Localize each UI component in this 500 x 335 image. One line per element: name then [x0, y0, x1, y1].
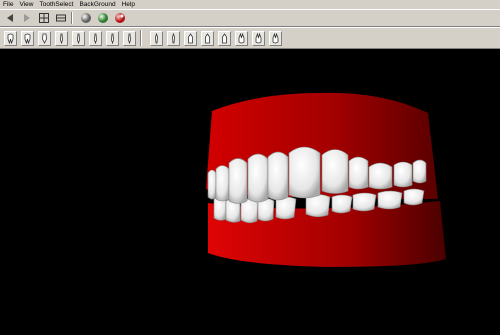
tooth-upper-icon: [42, 33, 47, 44]
zoom-icon: [39, 13, 49, 23]
tooth-upper-icon: [128, 33, 131, 44]
forward-button[interactable]: [20, 11, 34, 25]
tooth-button-upper-7[interactable]: [106, 30, 119, 46]
red-material-button[interactable]: [113, 11, 127, 25]
fit-view-button[interactable]: [54, 11, 68, 25]
tooth-lower-icon: [238, 32, 245, 43]
tooth-upper-icon: [60, 33, 63, 44]
tooth-lower-icon: [172, 32, 175, 43]
menu-view[interactable]: View: [16, 0, 36, 9]
tooth-upper-icon: [111, 33, 114, 44]
tooth-lower-icon: [255, 32, 262, 43]
tooth-button-lower-3[interactable]: [184, 30, 197, 46]
menu-help[interactable]: Help: [119, 0, 138, 9]
tooth-select-toolbar: [0, 27, 500, 49]
3d-viewport[interactable]: [0, 49, 500, 335]
tooth-button-lower-8[interactable]: [269, 30, 282, 46]
menu-file[interactable]: File: [0, 0, 16, 9]
tooth-button-lower-7[interactable]: [252, 30, 265, 46]
arrow-left-icon: [7, 14, 13, 22]
fit-view-icon: [56, 14, 66, 22]
tooth-lower-icon: [272, 32, 279, 43]
menu-bar: File View ToothSelect BackGround Help: [0, 0, 500, 9]
tooth-button-lower-4[interactable]: [201, 30, 214, 46]
menu-tooth-select[interactable]: ToothSelect: [36, 0, 76, 9]
main-toolbar: [0, 9, 500, 27]
tooth-button-upper-4[interactable]: [55, 30, 68, 46]
tooth-upper-icon: [24, 33, 31, 44]
tooth-lower-icon: [155, 32, 158, 43]
zoom-button[interactable]: [37, 11, 51, 25]
sphere-shading-icon: [81, 13, 91, 23]
tooth-button-upper-5[interactable]: [72, 30, 85, 46]
green-sphere-icon: [98, 13, 108, 23]
tooth-button-upper-2[interactable]: [21, 30, 34, 46]
back-button[interactable]: [3, 11, 17, 25]
toolbar-separator: [140, 30, 142, 46]
tooth-button-lower-1[interactable]: [150, 30, 163, 46]
red-sphere-icon: [115, 13, 125, 23]
tooth-lower-icon: [188, 32, 193, 43]
tooth-lower-icon: [205, 32, 210, 43]
dental-model: [206, 92, 446, 267]
tooth-lower-icon: [222, 32, 227, 43]
tooth-button-upper-6[interactable]: [89, 30, 102, 46]
green-material-button[interactable]: [96, 11, 110, 25]
tooth-button-lower-5[interactable]: [218, 30, 231, 46]
tooth-upper-icon: [7, 33, 14, 44]
tooth-upper-icon: [94, 33, 97, 44]
shading-button[interactable]: [79, 11, 93, 25]
tooth-upper-icon: [77, 33, 80, 44]
tooth-button-lower-6[interactable]: [235, 30, 248, 46]
toolbar-separator: [71, 12, 73, 24]
arrow-right-icon: [24, 14, 30, 22]
tooth-button-upper-8[interactable]: [123, 30, 136, 46]
menu-background[interactable]: BackGround: [76, 0, 118, 9]
tooth-button-upper-1[interactable]: [4, 30, 17, 46]
tooth-button-upper-3[interactable]: [38, 30, 51, 46]
tooth-button-lower-2[interactable]: [167, 30, 180, 46]
